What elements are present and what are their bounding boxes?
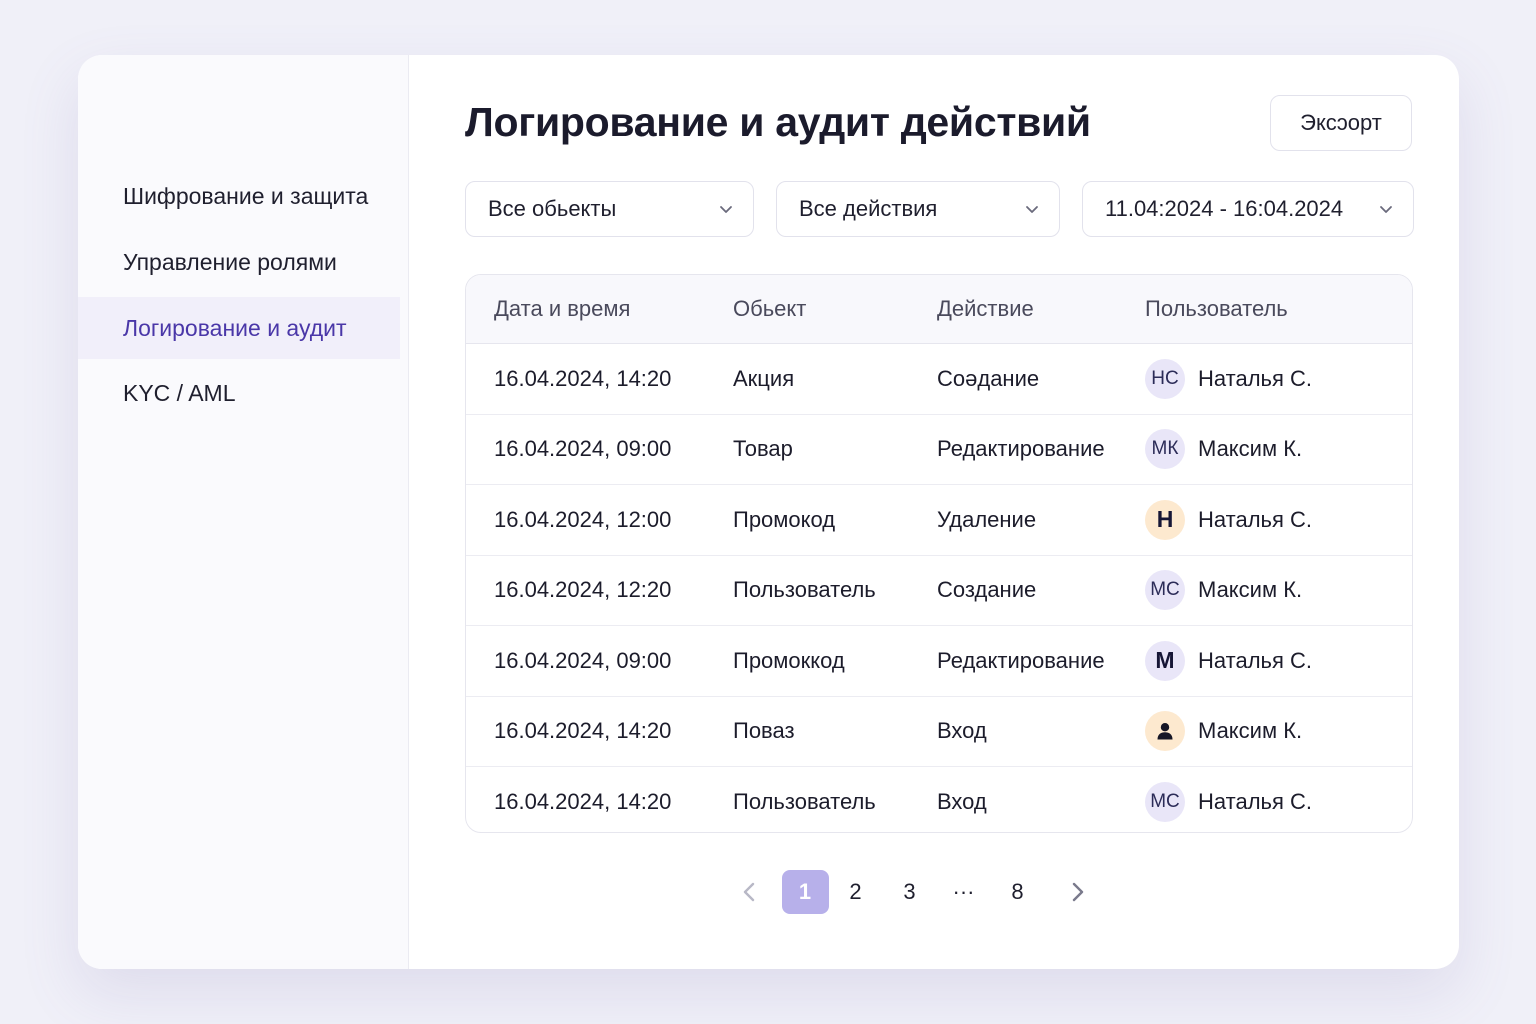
chevron-down-icon (1026, 206, 1038, 213)
chevron-right-icon[interactable] (1071, 881, 1085, 903)
cell-action: Редактирование (937, 436, 1105, 462)
sidebar-item-label: Шифрование и защита (123, 182, 369, 209)
cell-datetime: 16.04.2024, 14:20 (494, 365, 672, 391)
cell-user: МК Максим К. (1145, 415, 1302, 485)
user-name: Максим К. (1198, 718, 1303, 744)
page-button-current[interactable]: 1 (781, 870, 829, 914)
export-button[interactable]: Эксɔорт (1270, 95, 1412, 151)
objects-filter-select[interactable]: Все обьекты (465, 181, 754, 237)
cell-action: Соəдание (937, 365, 1040, 391)
audit-log-card: Шифрование и защита Управление ролями Ло… (78, 55, 1459, 969)
cell-object: Товар (733, 436, 793, 462)
page-ellipsis: ··· (952, 879, 975, 904)
avatar: МС (1145, 781, 1185, 822)
pagination: 1 2 3 ··· 8 (723, 870, 1103, 914)
column-header-action[interactable]: Действие (937, 275, 1034, 343)
actions-filter-value: Все действия (799, 196, 938, 221)
cell-datetime: 16.04.2024, 12:00 (494, 506, 672, 532)
cell-object: Промокод (733, 506, 836, 532)
avatar: М (1145, 640, 1185, 681)
chevron-down-icon (1380, 206, 1392, 213)
avatar: НС (1145, 358, 1185, 399)
cell-user: Максим К. (1145, 697, 1302, 767)
user-icon (1157, 723, 1173, 740)
cell-user: М Наталья С. (1145, 626, 1312, 696)
table-header: Дата и время Обьект Действие Пользовател… (466, 275, 1412, 344)
page-button[interactable]: 8 (991, 879, 1045, 905)
cell-action: Вход (937, 718, 987, 744)
sidebar-item-kyc-aml[interactable]: KYC / AML (78, 362, 400, 424)
settings-sidebar: Шифрование и защита Управление ролями Ло… (78, 55, 409, 969)
sidebar-item-logging-audit[interactable]: Логирование и аудит (78, 297, 400, 359)
cell-datetime: 16.04.2024, 12:20 (494, 577, 672, 603)
actions-filter-select[interactable]: Все действия (776, 181, 1060, 237)
table-row[interactable]: 16.04.2024, 14:20 Акция Соəдание НС Наталья … (466, 344, 1412, 415)
page-button[interactable]: 2 (829, 879, 883, 905)
column-header-object[interactable]: Обьект (733, 275, 806, 343)
table-row[interactable]: 16.04.2024, 12:20 Пользователь Создание МС М… (466, 556, 1412, 626)
cell-datetime: 16.04.2024, 09:00 (494, 647, 672, 673)
sidebar-item-encryption[interactable]: Шифрование и защита (78, 165, 400, 227)
avatar: Н (1145, 499, 1185, 540)
cell-object: Пользователь (733, 788, 876, 814)
cell-datetime: 16.04.2024, 14:20 (494, 788, 672, 814)
avatar (1145, 711, 1185, 752)
cell-action: Создание (937, 577, 1037, 603)
user-name: Максим К. (1198, 436, 1303, 462)
page-title: Логирование и аудит действий (465, 99, 1091, 145)
cell-object: Пользователь (733, 577, 876, 603)
avatar: МС (1145, 570, 1185, 611)
table-body: 16.04.2024, 14:20 Акция Соəдание НС Наталья … (466, 344, 1412, 832)
main-content: Логирование и аудит действий Эксɔорт Все… (409, 55, 1459, 969)
user-name: Наталья С. (1198, 788, 1313, 814)
cell-action: Удаление (937, 506, 1037, 532)
user-name: Наталья С. (1198, 365, 1313, 391)
audit-log-table: Дата и время Обьект Действие Пользовател… (465, 274, 1413, 833)
table-row[interactable]: 16.04.2024, 09:00 Промоккод Редактирование… (466, 626, 1412, 697)
sidebar-item-roles[interactable]: Управление ролями (78, 231, 400, 293)
table-row[interactable]: 16.04.2024, 09:00 Товар Редактирование МК Ма… (466, 415, 1412, 485)
chevron-left-icon[interactable] (742, 881, 756, 903)
date-range-value: 11.04:2024 - 16:04.2024 (1105, 196, 1344, 221)
chevron-down-icon (720, 206, 732, 213)
column-header-datetime[interactable]: Дата и время (494, 275, 630, 343)
cell-datetime: 16.04.2024, 09:00 (494, 436, 672, 462)
page-button[interactable]: 3 (883, 879, 937, 905)
cell-user: НС Наталья С. (1145, 344, 1312, 414)
table-row[interactable]: 16.04.2024, 12:00 Промокод Удаление Н Наталь… (466, 485, 1412, 556)
cell-user: МС Наталья С. (1145, 767, 1313, 832)
cell-action: Редактирование (937, 647, 1105, 673)
sidebar-item-label: Управление ролями (123, 248, 337, 275)
cell-action: Вход (937, 788, 987, 814)
table-row[interactable]: 16.04.2024, 14:20 Пользователь Вход МС Натал… (466, 767, 1412, 832)
cell-object: Поваз (733, 718, 795, 744)
date-range-select[interactable]: 11.04:2024 - 16:04.2024 (1082, 181, 1414, 237)
sidebar-item-label: Логирование и аудит (123, 314, 347, 341)
user-name: Наталья С. (1198, 647, 1313, 673)
sidebar-item-label: KYC / AML (123, 379, 236, 406)
cell-object: Промоккод (733, 647, 845, 673)
cell-datetime: 16.04.2024, 14:20 (494, 718, 672, 744)
cell-user: МС Максим К. (1145, 556, 1302, 626)
avatar: МК (1145, 429, 1185, 470)
user-name: Наталья С. (1198, 506, 1313, 532)
user-name: Максим К. (1198, 577, 1303, 603)
page-list: 1 2 3 ··· 8 (781, 870, 1045, 914)
table-row[interactable]: 16.04.2024, 14:20 Поваз Вход Максим К. (466, 697, 1412, 767)
cell-object: Акция (733, 365, 795, 391)
column-header-user[interactable]: Пользователь (1145, 275, 1288, 343)
cell-user: Н Наталья С. (1145, 485, 1312, 555)
objects-filter-value: Все обьекты (488, 196, 617, 221)
